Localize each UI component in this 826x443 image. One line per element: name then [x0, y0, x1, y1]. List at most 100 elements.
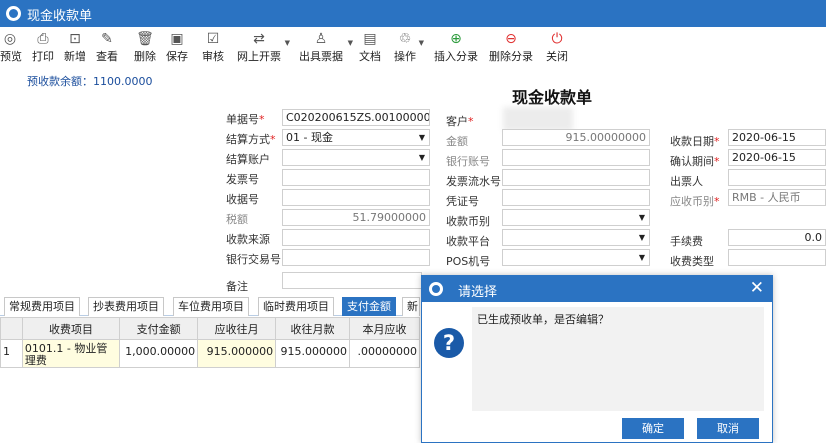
- invoice-no-field[interactable]: [282, 169, 430, 186]
- tax-field[interactable]: 51.79000000: [282, 209, 430, 226]
- delete-entry-button[interactable]: ⊖ 删除分录: [487, 30, 535, 64]
- amount-field[interactable]: 915.00000000: [502, 129, 650, 146]
- settle-account-select[interactable]: ▼: [282, 149, 430, 166]
- ar-prior-month-cell[interactable]: 915.000000: [197, 339, 277, 368]
- column-header[interactable]: 收往月款: [275, 317, 351, 340]
- insert-entry-button[interactable]: ⊕ 插入分录: [432, 30, 480, 64]
- edit-icon: ✎: [101, 31, 113, 47]
- receipt-no-field[interactable]: [282, 189, 430, 206]
- settle-method-select[interactable]: 01 - 现金 ▼: [282, 129, 430, 146]
- stamp-icon: ♙: [314, 31, 328, 47]
- print-button[interactable]: ⎙ 打印: [31, 30, 55, 64]
- toolbar: ◎ 预览 ⎙ 打印 ⊡ 新增 ✎ 查看 🗑 删除 ▣ 保存 ☑ 审核 ⇄ 网上开票 ▼ ♙ 出具票据…: [0, 27, 826, 67]
- fee-type-label: 收费类型: [670, 255, 714, 268]
- tab-new[interactable]: 新: [402, 297, 420, 316]
- pos-no-label: POS机号: [446, 255, 491, 268]
- trash-icon: 🗑: [136, 31, 154, 47]
- pos-no-select[interactable]: ▼: [502, 249, 650, 266]
- table-row[interactable]: 1 0101.1 - 物业管理费 1,000.00000 915.000000 …: [0, 339, 420, 368]
- table-header-row: 收费项目 支付金额 应收往月 收往月款 本月应收: [0, 317, 420, 340]
- dropdown-arrow-icon: ▼: [638, 213, 645, 222]
- doc-no-label: 单据号*: [226, 113, 265, 126]
- tab-temporary-fees[interactable]: 临时费用项目: [258, 297, 334, 316]
- online-invoice-button[interactable]: ⇄ 网上开票 ▼: [235, 30, 290, 64]
- dropdown-arrow-icon: ▼: [638, 233, 645, 242]
- operation-button[interactable]: ♲ 操作 ▼: [393, 30, 424, 64]
- fee-type-field[interactable]: [728, 249, 826, 266]
- preview-icon: ◎: [3, 31, 17, 47]
- preview-button[interactable]: ◎ 预览: [0, 30, 22, 64]
- payment-amount-cell[interactable]: 1,000.00000: [119, 339, 199, 368]
- tab-payment-amount[interactable]: 支付金额: [342, 297, 396, 316]
- receipt-date-label: 收款日期*: [670, 135, 720, 148]
- invoice-serial-field[interactable]: [502, 169, 650, 186]
- bank-txn-label: 银行交易号: [226, 253, 281, 266]
- save-button[interactable]: ▣ 保存: [165, 30, 189, 64]
- cancel-button[interactable]: 取消: [697, 418, 759, 439]
- fee-field[interactable]: 0.0: [728, 229, 826, 246]
- issue-bill-button[interactable]: ♙ 出具票据 ▼: [296, 30, 353, 64]
- audit-button[interactable]: ☑ 审核: [201, 30, 225, 64]
- doc-no-field[interactable]: C020200615ZS.00100000: [282, 109, 430, 126]
- tab-meter-fees[interactable]: 抄表费用项目: [88, 297, 164, 316]
- received-prior-month-cell[interactable]: 915.000000: [275, 339, 351, 368]
- close-icon[interactable]: ✕: [750, 278, 764, 298]
- detail-tabs: 常规费用项目 抄表费用项目 车位费用项目 临时费用项目 支付金额 新: [0, 294, 420, 316]
- window-titlebar: 现金收款单: [0, 0, 826, 27]
- delete-button[interactable]: 🗑 删除: [133, 30, 157, 64]
- receipt-currency-label: 收款币别: [446, 215, 490, 228]
- ar-currency-field[interactable]: RMB - 人民币: [728, 189, 826, 206]
- dropdown-arrow-icon: ▼: [638, 253, 645, 262]
- remove-circle-icon: ⊖: [505, 31, 517, 47]
- confirm-dialog: 请选择 ✕ 已生成预收单，是否编辑？ ? 确定 取消: [421, 275, 773, 443]
- customer-value-redacted[interactable]: [503, 107, 573, 131]
- bank-txn-field[interactable]: [282, 249, 430, 266]
- document-icon: ▤: [363, 31, 377, 47]
- platform-select[interactable]: ▼: [502, 229, 650, 246]
- bank-account-label: 银行账号: [446, 155, 490, 168]
- power-icon: ⏻: [551, 31, 563, 47]
- receipt-currency-select[interactable]: ▼: [502, 209, 650, 226]
- document-button[interactable]: ▤ 文档: [358, 30, 382, 64]
- invoice-serial-label: 发票流水号: [446, 175, 501, 188]
- column-header[interactable]: 收费项目: [21, 317, 121, 340]
- view-button[interactable]: ✎ 查看: [95, 30, 119, 64]
- ok-button[interactable]: 确定: [622, 418, 684, 439]
- fee-item-cell[interactable]: 0101.1 - 物业管理费: [21, 339, 121, 368]
- tab-parking-fees[interactable]: 车位费用项目: [173, 297, 249, 316]
- column-header[interactable]: 支付金额: [119, 317, 199, 340]
- app-logo-icon: [6, 6, 21, 21]
- confirm-period-field[interactable]: 2020-06-15: [728, 149, 826, 166]
- voucher-no-label: 凭证号: [446, 195, 479, 208]
- fee-label: 手续费: [670, 235, 703, 248]
- source-field[interactable]: [282, 229, 430, 246]
- row-index: 1: [0, 339, 23, 368]
- voucher-no-field[interactable]: [502, 189, 650, 206]
- operation-icon: ♲: [398, 31, 412, 47]
- confirm-period-label: 确认期间*: [670, 155, 720, 168]
- remark-label: 备注: [226, 280, 248, 293]
- column-header[interactable]: 本月应收: [349, 317, 420, 340]
- column-header: [0, 317, 23, 340]
- bank-account-field[interactable]: [502, 149, 650, 166]
- close-button[interactable]: ⏻ 关闭: [545, 30, 569, 64]
- platform-label: 收款平台: [446, 235, 490, 248]
- invoice-no-label: 发票号: [226, 173, 259, 186]
- tab-regular-fees[interactable]: 常规费用项目: [4, 297, 80, 316]
- drawer-label: 出票人: [670, 175, 703, 188]
- dialog-message-panel: 已生成预收单，是否编辑？: [472, 307, 764, 411]
- window-title: 现金收款单: [27, 9, 93, 24]
- new-button[interactable]: ⊡ 新增: [63, 30, 87, 64]
- dropdown-arrow-icon: ▼: [418, 133, 425, 142]
- drawer-field[interactable]: [728, 169, 826, 186]
- column-header[interactable]: 应收往月: [197, 317, 277, 340]
- prepaid-balance: 预收款余额：1100.0000: [27, 75, 153, 88]
- settle-account-label: 结算账户: [226, 153, 270, 166]
- chevron-down-icon: ▼: [284, 39, 290, 47]
- save-icon: ▣: [170, 31, 184, 47]
- receipt-date-field[interactable]: 2020-06-15: [728, 129, 826, 146]
- fee-table: 收费项目 支付金额 应收往月 收往月款 本月应收 1 0101.1 - 物业管理…: [0, 317, 420, 368]
- current-month-ar-cell[interactable]: .00000000: [349, 339, 420, 368]
- remark-field[interactable]: [282, 272, 422, 289]
- app-logo-icon: [429, 282, 443, 296]
